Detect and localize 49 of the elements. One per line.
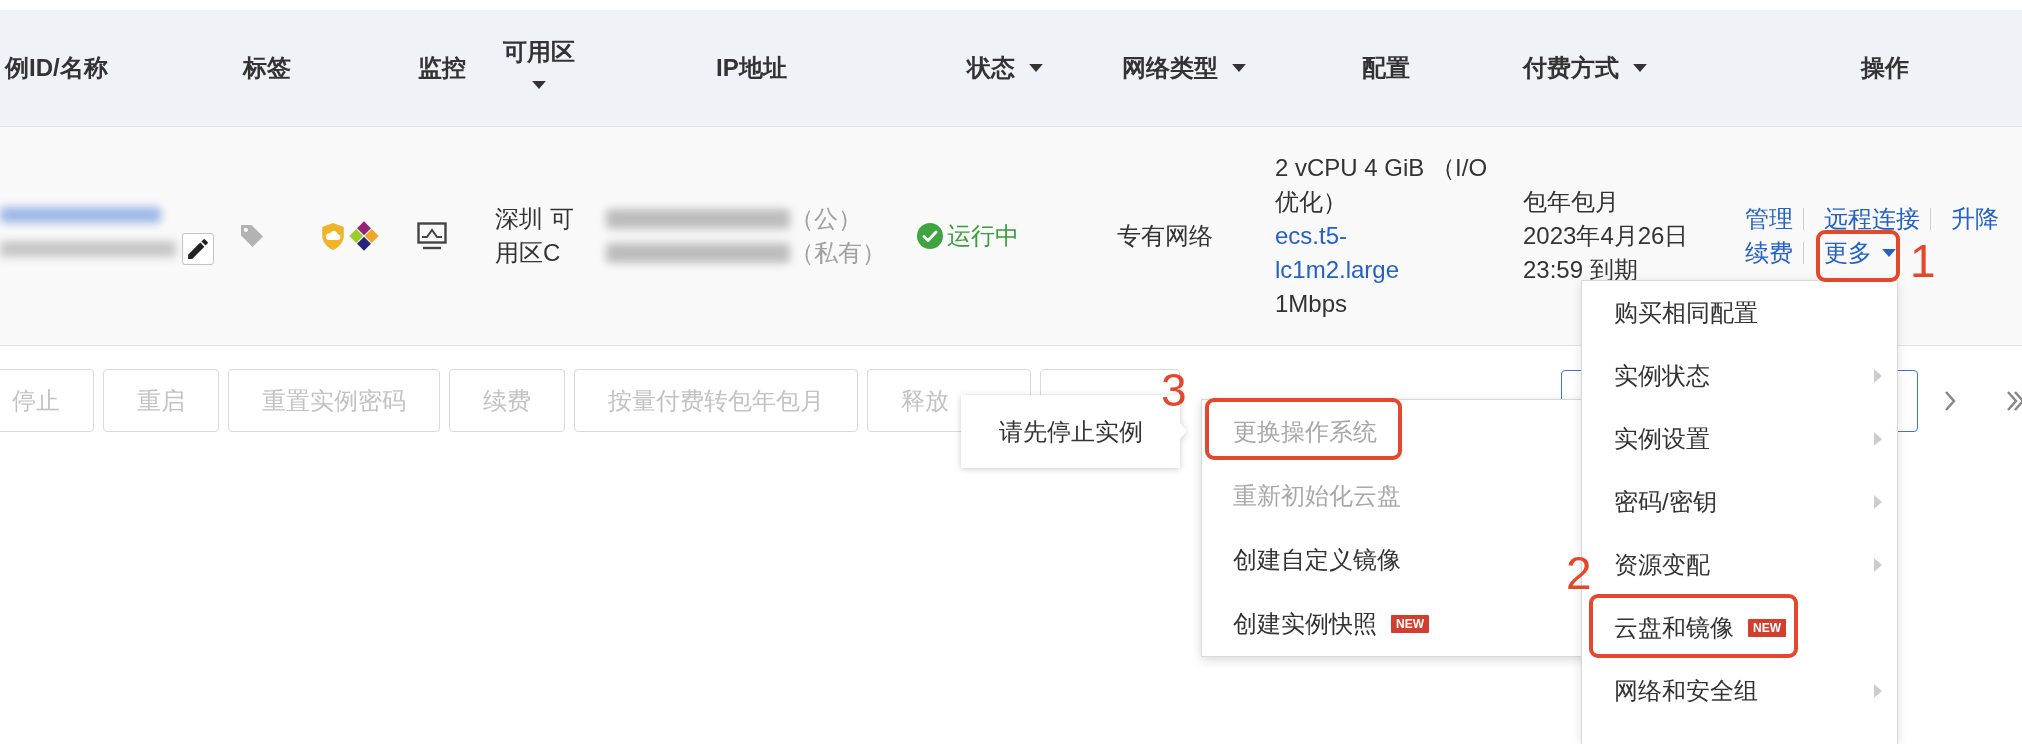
column-header[interactable]: 付费方式 (1523, 53, 1647, 83)
ip-type-label: （私有） (790, 238, 886, 268)
column-header: 操作 (1861, 53, 1909, 83)
caret-down-icon (532, 81, 546, 89)
caret-down-icon (1633, 64, 1647, 72)
table-cell-text: 专有网络 (1117, 221, 1214, 251)
caret-right-icon (1874, 683, 1882, 698)
pencil-icon (188, 239, 208, 259)
new-badge: NEW (1391, 615, 1429, 633)
shield-icon (322, 222, 344, 250)
caret-right-icon (1874, 431, 1882, 446)
new-badge: NEW (1748, 618, 1786, 637)
menu-item[interactable]: 密码/密钥 (1582, 470, 1897, 533)
menu-item[interactable]: 实例状态 (1582, 344, 1897, 407)
instance-type-link[interactable]: ecs.t5-lc1m2.large (1275, 219, 1425, 287)
check-circle-icon (917, 223, 943, 249)
column-header: IP地址 (716, 53, 787, 83)
monitor-icon[interactable] (417, 222, 447, 250)
edit-button[interactable] (182, 233, 214, 265)
status-text: 运行中 (947, 221, 1019, 251)
caret-right-icon (1874, 494, 1882, 509)
action-link[interactable]: 升降 (1951, 202, 1999, 236)
double-chevron-right-icon[interactable] (2006, 389, 2022, 412)
billing-type-text: 包年包月 (1523, 187, 1620, 217)
action-link[interactable]: 管理 (1745, 202, 1793, 236)
column-header: 例ID/名称 (5, 53, 108, 83)
column-header[interactable]: 状态 (967, 53, 1043, 83)
column-header: 配置 (1362, 53, 1410, 83)
dropdown-link[interactable]: 更多 (1824, 236, 1896, 270)
menu-item[interactable]: 实例设置 (1582, 407, 1897, 470)
ip-type-label: （公） (790, 204, 862, 234)
column-header[interactable]: 网络类型 (1122, 53, 1246, 83)
caret-down-icon (1232, 64, 1246, 72)
annotation-number: 1 (1910, 238, 1936, 284)
caret-down-icon (1029, 64, 1043, 72)
menu-item[interactable]: 网络和安全组 (1582, 659, 1897, 722)
spec-text: 2 vCPU 4 GiB （I/O优化） (1275, 153, 1489, 217)
column-header[interactable]: 可用区 (503, 37, 575, 89)
action-link[interactable]: 远程连接 (1824, 202, 1920, 236)
chevron-right-icon[interactable] (1944, 389, 1956, 412)
action-link[interactable]: 续费 (1745, 236, 1793, 270)
caret-right-icon (1874, 368, 1882, 383)
pinwheel-icon (349, 221, 379, 251)
table-cell-text: 深圳 可用区C (495, 204, 575, 268)
column-header: 标签 (243, 53, 291, 83)
column-header: 监控 (418, 53, 466, 83)
bandwidth-text: 1Mbps (1275, 289, 1349, 319)
caret-down-icon (1882, 249, 1896, 257)
caret-right-icon (1874, 557, 1882, 572)
